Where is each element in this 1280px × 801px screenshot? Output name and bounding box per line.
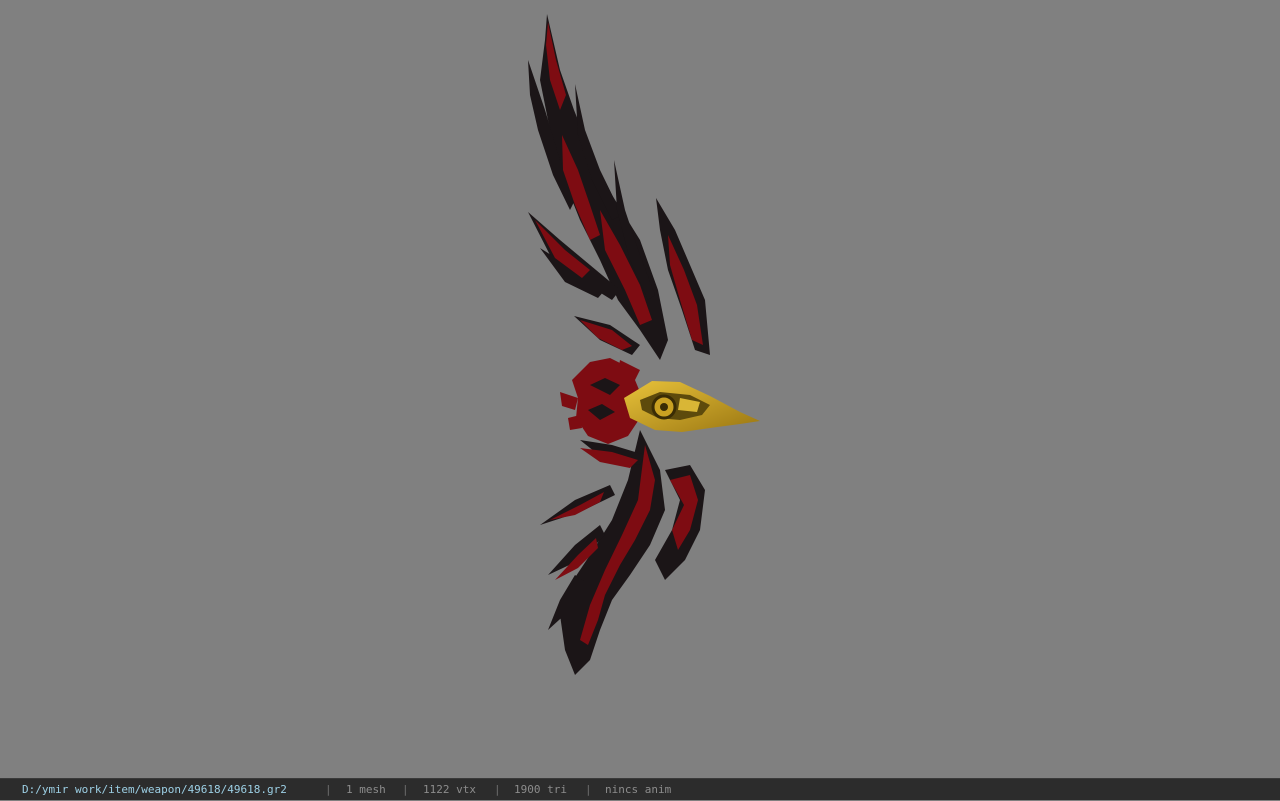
status-separator: | bbox=[494, 783, 501, 796]
status-separator: | bbox=[402, 783, 409, 796]
status-separator: | bbox=[585, 783, 592, 796]
status-animation: nincs anim bbox=[605, 783, 672, 796]
status-separator: | bbox=[325, 783, 332, 796]
status-file-path: D:/ymir work/item/weapon/49618/49618.gr2 bbox=[22, 783, 287, 796]
model-viewport[interactable] bbox=[0, 0, 1280, 778]
status-bar: D:/ymir work/item/weapon/49618/49618.gr2… bbox=[0, 778, 1280, 800]
weapon-model bbox=[528, 14, 760, 675]
status-vertex-count: 1122 vtx bbox=[423, 783, 476, 796]
status-mesh-count: 1 mesh bbox=[346, 783, 386, 796]
status-triangle-count: 1900 tri bbox=[514, 783, 567, 796]
